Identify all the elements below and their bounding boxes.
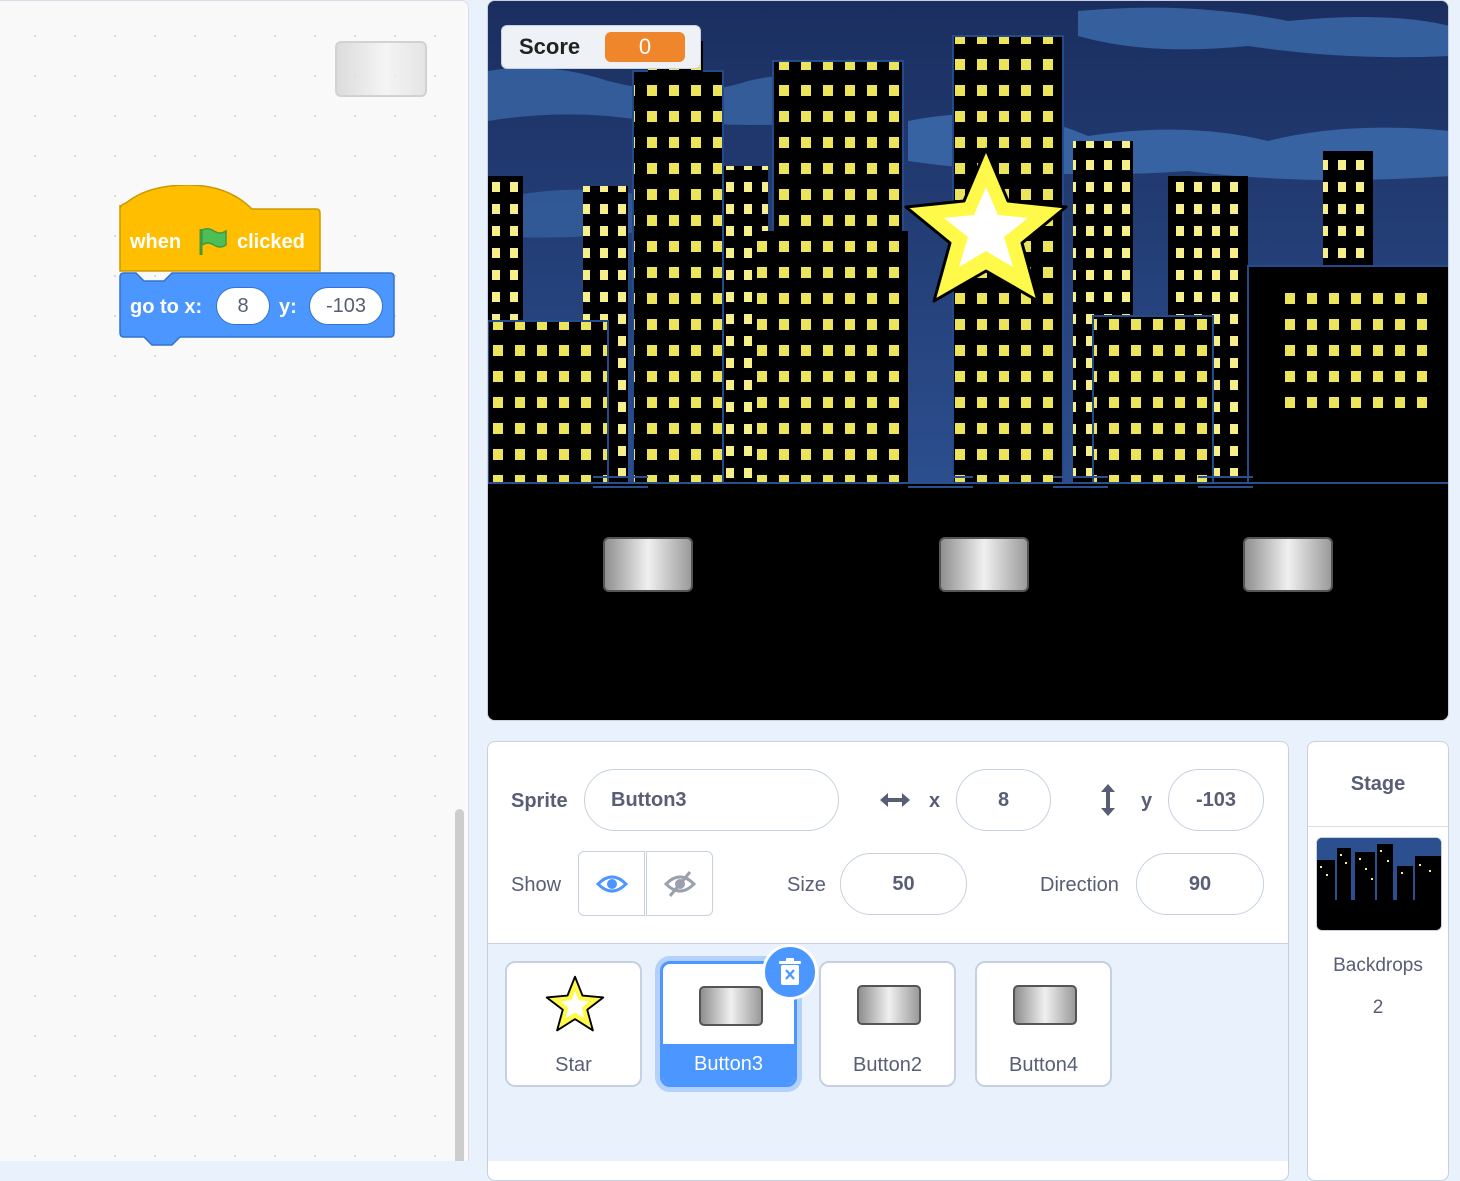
x-position-input[interactable]: 8: [956, 769, 1051, 831]
sprite-tile-button2[interactable]: Button2: [819, 961, 956, 1087]
stage-sprite-button4[interactable]: [1243, 537, 1333, 592]
block-stack-svg: when clicked go to x: y:: [119, 184, 395, 346]
sprite-tile-label: Button4: [1009, 1053, 1078, 1076]
sprite-name-input[interactable]: Button3: [584, 769, 839, 831]
score-variable-monitor[interactable]: Score 0: [501, 25, 701, 69]
x-label: x: [929, 790, 941, 812]
go-to-y-input[interactable]: -103: [309, 287, 383, 325]
sprite-tile-star[interactable]: Star: [505, 961, 642, 1087]
hat-block-prefix: when: [129, 231, 181, 253]
sprite-label: Sprite: [511, 790, 568, 812]
y-position-input[interactable]: -103: [1168, 769, 1264, 831]
stage-sprite-button2[interactable]: [603, 537, 693, 592]
star-icon: [545, 975, 605, 1032]
when-flag-clicked-block[interactable]: when clicked go to x: y:: [118, 184, 398, 360]
button-icon: [1013, 985, 1077, 1025]
backdrop-thumbnail[interactable]: [1316, 837, 1442, 931]
go-to-y-label: y:: [279, 296, 297, 318]
sprite-tile-label: Star: [555, 1053, 592, 1076]
hide-sprite-button[interactable]: [646, 851, 713, 916]
code-area[interactable]: when clicked go to x: y: 8 -103: [0, 0, 469, 1161]
sprite-tile-label: Button3: [663, 1044, 794, 1084]
go-to-x-label: go to x:: [130, 296, 202, 318]
delete-sprite-button[interactable]: [762, 944, 818, 1000]
city-backdrop: [488, 1, 1448, 720]
current-sprite-thumbnail: [335, 41, 427, 97]
stage-canvas[interactable]: [487, 0, 1449, 721]
y-label: y: [1141, 790, 1153, 812]
trash-icon: [779, 958, 801, 985]
backdrops-count: 2: [1372, 997, 1384, 1018]
stage-sprite-button3[interactable]: [939, 537, 1029, 592]
direction-label: Direction: [1040, 874, 1119, 896]
button-icon: [857, 985, 921, 1025]
button-icon: [699, 986, 763, 1026]
x-arrows-icon: [878, 788, 912, 817]
stage-selector-panel[interactable]: Stage Backdrops 2: [1307, 741, 1449, 1181]
y-arrows-icon: [1096, 782, 1120, 823]
sprite-tile-label: Button2: [853, 1053, 922, 1076]
sprite-tile-button4[interactable]: Button4: [975, 961, 1112, 1087]
eye-slash-icon: [663, 870, 696, 897]
backdrops-label: Backdrops: [1333, 955, 1423, 976]
hat-block-suffix: clicked: [237, 231, 305, 253]
code-area-scrollbar[interactable]: [455, 809, 464, 1161]
city-thumbnail: [1317, 838, 1441, 930]
size-label: Size: [787, 874, 826, 896]
show-sprite-button[interactable]: [578, 851, 645, 916]
direction-input[interactable]: 90: [1136, 853, 1264, 915]
score-label: Score: [519, 34, 581, 59]
size-input[interactable]: 50: [840, 853, 967, 915]
stage-panel-title: Stage: [1308, 742, 1448, 827]
score-value: 0: [605, 32, 685, 62]
eye-icon: [595, 875, 628, 892]
show-label: Show: [511, 874, 562, 896]
go-to-x-input[interactable]: 8: [216, 287, 270, 325]
